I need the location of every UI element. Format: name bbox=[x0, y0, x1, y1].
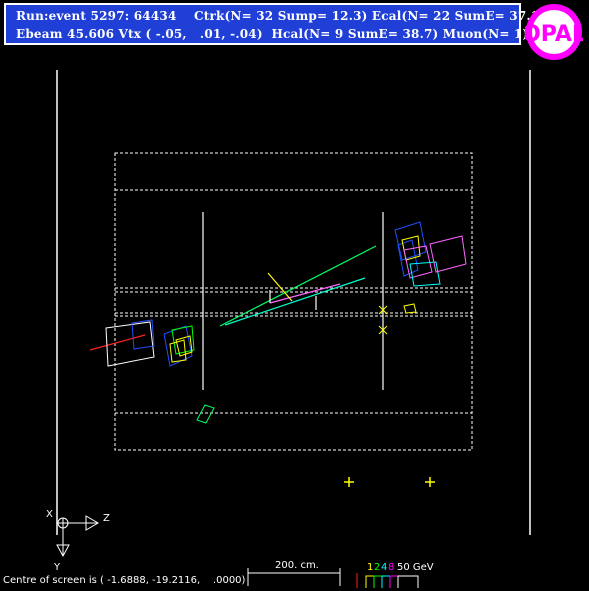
reference-markers bbox=[344, 477, 435, 487]
charged-tracks bbox=[219, 245, 377, 327]
centre-of-screen-text: Centre of screen is ( -1.6888, -19.2116,… bbox=[3, 575, 246, 586]
lower-hit bbox=[196, 404, 215, 424]
energy-legend-bars bbox=[356, 573, 419, 588]
energy-legend-4: 4 bbox=[381, 562, 388, 573]
right-calorimeter-hits bbox=[394, 221, 467, 314]
scale-label: 200. cm. bbox=[275, 560, 319, 571]
event-display: X Z Y bbox=[46, 70, 531, 588]
energy-legend-1: 1 bbox=[367, 562, 374, 573]
x-axis-label: X bbox=[46, 509, 53, 520]
z-axis-label: Z bbox=[103, 513, 110, 524]
y-axis-label: Y bbox=[53, 562, 61, 573]
muon-track bbox=[89, 334, 146, 351]
energy-legend-2: 2 bbox=[374, 562, 381, 573]
energy-legend-8: 8 bbox=[388, 562, 395, 573]
axis-indicator bbox=[56, 515, 99, 558]
energy-legend-unit: 50 GeV bbox=[397, 562, 434, 573]
left-calorimeter-hits bbox=[105, 319, 195, 367]
